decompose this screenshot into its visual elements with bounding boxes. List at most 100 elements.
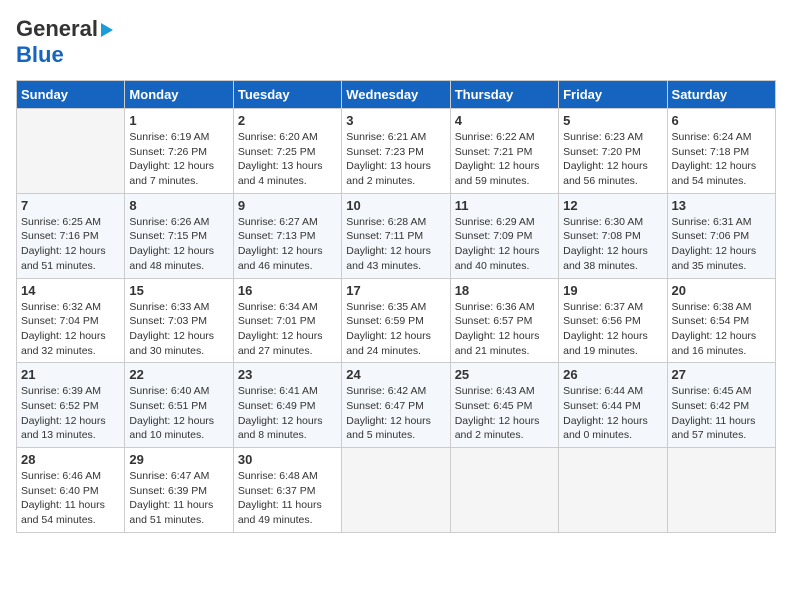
day-info: Sunrise: 6:34 AMSunset: 7:01 PMDaylight:… [238,300,337,359]
day-number: 10 [346,198,445,213]
page-header: General Blue [16,16,776,68]
day-number: 18 [455,283,554,298]
day-info: Sunrise: 6:23 AMSunset: 7:20 PMDaylight:… [563,130,662,189]
day-info: Sunrise: 6:22 AMSunset: 7:21 PMDaylight:… [455,130,554,189]
calendar-cell: 2 Sunrise: 6:20 AMSunset: 7:25 PMDaylight… [233,109,341,194]
calendar-week-row: 21Sunrise: 6:39 AMSunset: 6:52 PMDayligh… [17,363,776,448]
logo: General Blue [16,16,113,68]
day-number: 1 [129,113,228,128]
day-number: 4 [455,113,554,128]
day-info: Sunrise: 6:42 AMSunset: 6:47 PMDaylight:… [346,384,445,443]
calendar-table: SundayMondayTuesdayWednesdayThursdayFrid… [16,80,776,533]
calendar-cell: 11 Sunrise: 6:29 AMSunset: 7:09 PMDayligh… [450,193,558,278]
day-info: Sunrise: 6:48 AMSunset: 6:37 PMDaylight:… [238,469,337,528]
day-number: 2 [238,113,337,128]
day-info: Sunrise: 6:40 AMSunset: 6:51 PMDaylight:… [129,384,228,443]
day-info: Sunrise: 6:33 AMSunset: 7:03 PMDaylight:… [129,300,228,359]
day-number: 8 [129,198,228,213]
day-number: 19 [563,283,662,298]
day-info: Sunrise: 6:43 AMSunset: 6:45 PMDaylight:… [455,384,554,443]
calendar-week-row: 28 Sunrise: 6:46 AMSunset: 6:40 PMDayligh… [17,448,776,533]
day-info: Sunrise: 6:39 AMSunset: 6:52 PMDaylight:… [21,384,120,443]
calendar-cell [342,448,450,533]
day-info: Sunrise: 6:24 AMSunset: 7:18 PMDaylight:… [672,130,771,189]
calendar-cell: 9 Sunrise: 6:27 AMSunset: 7:13 PMDaylight… [233,193,341,278]
day-info: Sunrise: 6:31 AMSunset: 7:06 PMDaylight:… [672,215,771,274]
day-number: 5 [563,113,662,128]
calendar-cell: 26Sunrise: 6:44 AMSunset: 6:44 PMDayligh… [559,363,667,448]
day-info: Sunrise: 6:47 AMSunset: 6:39 PMDaylight:… [129,469,228,528]
day-info: Sunrise: 6:38 AMSunset: 6:54 PMDaylight:… [672,300,771,359]
calendar-cell: 22Sunrise: 6:40 AMSunset: 6:51 PMDayligh… [125,363,233,448]
calendar-cell [450,448,558,533]
calendar-cell: 23 Sunrise: 6:41 AMSunset: 6:49 PMDayligh… [233,363,341,448]
calendar-cell [667,448,775,533]
day-number: 11 [455,198,554,213]
day-info: Sunrise: 6:27 AMSunset: 7:13 PMDaylight:… [238,215,337,274]
day-number: 27 [672,367,771,382]
calendar-week-row: 14Sunrise: 6:32 AMSunset: 7:04 PMDayligh… [17,278,776,363]
day-info: Sunrise: 6:29 AMSunset: 7:09 PMDaylight:… [455,215,554,274]
calendar-cell: 10 Sunrise: 6:28 AMSunset: 7:11 PMDayligh… [342,193,450,278]
calendar-cell: 5 Sunrise: 6:23 AMSunset: 7:20 PMDaylight… [559,109,667,194]
day-number: 14 [21,283,120,298]
calendar-cell: 28 Sunrise: 6:46 AMSunset: 6:40 PMDayligh… [17,448,125,533]
day-number: 6 [672,113,771,128]
day-info: Sunrise: 6:36 AMSunset: 6:57 PMDaylight:… [455,300,554,359]
day-info: Sunrise: 6:21 AMSunset: 7:23 PMDaylight:… [346,130,445,189]
day-number: 15 [129,283,228,298]
weekday-header-friday: Friday [559,81,667,109]
day-number: 3 [346,113,445,128]
calendar-cell: 1 Sunrise: 6:19 AMSunset: 7:26 PMDaylight… [125,109,233,194]
day-number: 28 [21,452,120,467]
day-number: 13 [672,198,771,213]
day-info: Sunrise: 6:30 AMSunset: 7:08 PMDaylight:… [563,215,662,274]
calendar-cell: 3 Sunrise: 6:21 AMSunset: 7:23 PMDaylight… [342,109,450,194]
calendar-cell: 16 Sunrise: 6:34 AMSunset: 7:01 PMDayligh… [233,278,341,363]
calendar-week-row: 7Sunrise: 6:25 AMSunset: 7:16 PMDaylight… [17,193,776,278]
day-number: 23 [238,367,337,382]
calendar-cell: 21Sunrise: 6:39 AMSunset: 6:52 PMDayligh… [17,363,125,448]
calendar-cell: 30 Sunrise: 6:48 AMSunset: 6:37 PMDayligh… [233,448,341,533]
weekday-header-tuesday: Tuesday [233,81,341,109]
logo-blue: Blue [16,42,64,67]
calendar-cell: 7Sunrise: 6:25 AMSunset: 7:16 PMDaylight… [17,193,125,278]
day-info: Sunrise: 6:35 AMSunset: 6:59 PMDaylight:… [346,300,445,359]
calendar-cell: 13 Sunrise: 6:31 AMSunset: 7:06 PMDayligh… [667,193,775,278]
day-info: Sunrise: 6:46 AMSunset: 6:40 PMDaylight:… [21,469,120,528]
logo-arrow-icon [101,23,113,37]
day-number: 30 [238,452,337,467]
calendar-cell: 29 Sunrise: 6:47 AMSunset: 6:39 PMDayligh… [125,448,233,533]
calendar-week-row: 1 Sunrise: 6:19 AMSunset: 7:26 PMDaylight… [17,109,776,194]
weekday-header-thursday: Thursday [450,81,558,109]
day-number: 9 [238,198,337,213]
day-info: Sunrise: 6:19 AMSunset: 7:26 PMDaylight:… [129,130,228,189]
calendar-cell: 12 Sunrise: 6:30 AMSunset: 7:08 PMDayligh… [559,193,667,278]
day-info: Sunrise: 6:25 AMSunset: 7:16 PMDaylight:… [21,215,120,274]
day-info: Sunrise: 6:37 AMSunset: 6:56 PMDaylight:… [563,300,662,359]
day-info: Sunrise: 6:41 AMSunset: 6:49 PMDaylight:… [238,384,337,443]
day-number: 16 [238,283,337,298]
day-info: Sunrise: 6:44 AMSunset: 6:44 PMDaylight:… [563,384,662,443]
day-number: 25 [455,367,554,382]
calendar-cell: 14Sunrise: 6:32 AMSunset: 7:04 PMDayligh… [17,278,125,363]
day-info: Sunrise: 6:28 AMSunset: 7:11 PMDaylight:… [346,215,445,274]
calendar-cell: 25 Sunrise: 6:43 AMSunset: 6:45 PMDayligh… [450,363,558,448]
weekday-header-wednesday: Wednesday [342,81,450,109]
calendar-cell: 6 Sunrise: 6:24 AMSunset: 7:18 PMDaylight… [667,109,775,194]
day-info: Sunrise: 6:20 AMSunset: 7:25 PMDaylight:… [238,130,337,189]
calendar-cell [559,448,667,533]
calendar-cell: 4 Sunrise: 6:22 AMSunset: 7:21 PMDaylight… [450,109,558,194]
weekday-header-sunday: Sunday [17,81,125,109]
calendar-cell: 27Sunrise: 6:45 AMSunset: 6:42 PMDayligh… [667,363,775,448]
weekday-header-saturday: Saturday [667,81,775,109]
calendar-cell: 24 Sunrise: 6:42 AMSunset: 6:47 PMDayligh… [342,363,450,448]
day-number: 12 [563,198,662,213]
calendar-cell [17,109,125,194]
calendar-cell: 18 Sunrise: 6:36 AMSunset: 6:57 PMDayligh… [450,278,558,363]
calendar-cell: 15 Sunrise: 6:33 AMSunset: 7:03 PMDayligh… [125,278,233,363]
calendar-cell: 20Sunrise: 6:38 AMSunset: 6:54 PMDayligh… [667,278,775,363]
calendar-cell: 8Sunrise: 6:26 AMSunset: 7:15 PMDaylight… [125,193,233,278]
day-number: 29 [129,452,228,467]
day-number: 24 [346,367,445,382]
